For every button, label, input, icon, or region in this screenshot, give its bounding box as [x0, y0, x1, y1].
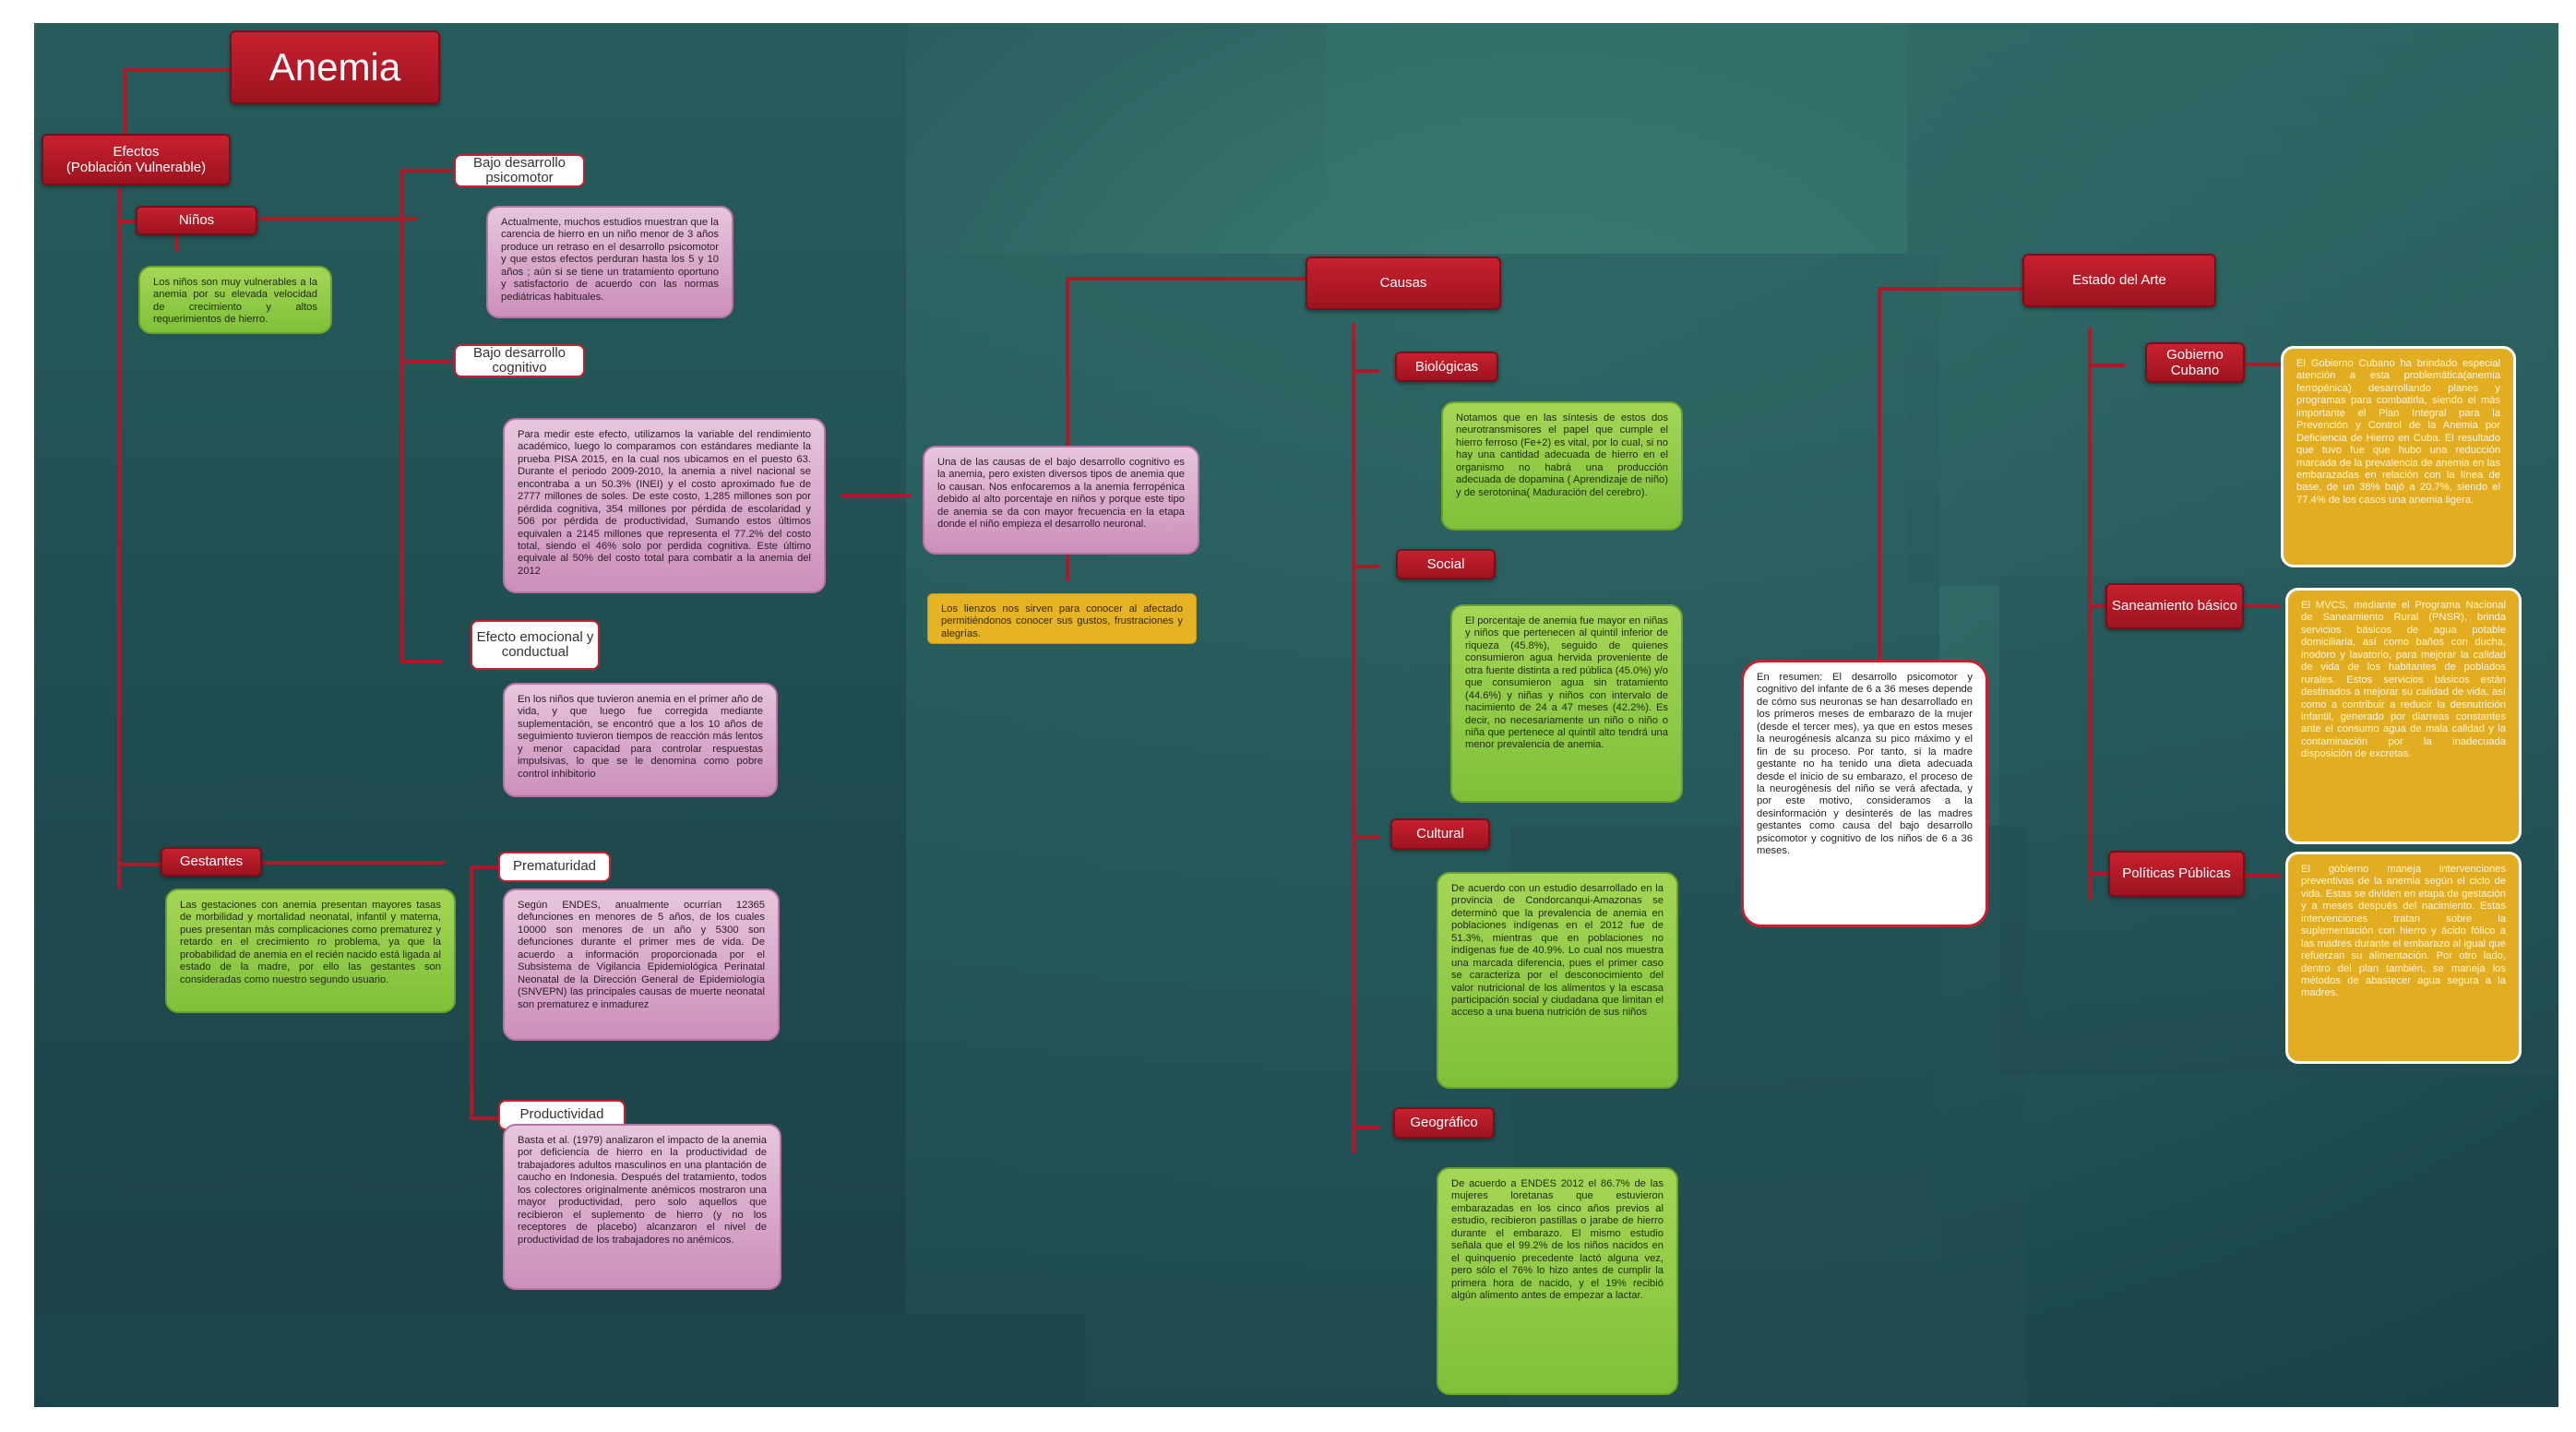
concept-map-canvas: Anemia Efectos (Población Vulnerable) Ni…	[34, 23, 2558, 1407]
gestantes-node[interactable]: Gestantes	[161, 847, 262, 877]
connector-line	[2244, 363, 2281, 366]
ninos-description: Los niños son muy vulnerables a la anemi…	[138, 266, 332, 334]
connector-line	[175, 233, 179, 251]
center-text: Una de las causas de el bajo desarrollo …	[923, 446, 1199, 555]
background-panel	[1326, 23, 1907, 254]
emocional-node[interactable]: Efecto emocional y conductual	[471, 620, 600, 670]
psicomotor-text: Actualmente, muchos estudios muestran qu…	[486, 206, 733, 318]
background-panel	[34, 1315, 1086, 1407]
connector-line	[2088, 328, 2092, 900]
geografico-node[interactable]: Geográfico	[1393, 1107, 1495, 1139]
connector-line	[117, 187, 121, 889]
prematuridad-text: Según ENDES, anualmente ocurrían 12365 d…	[503, 889, 780, 1041]
ninos-node[interactable]: Niños	[136, 206, 257, 235]
geografico-text: De acuerdo a ENDES 2012 el 86.7% de las …	[1437, 1167, 1678, 1395]
connector-line	[400, 169, 404, 662]
connector-line	[1066, 277, 1069, 461]
main-title-node[interactable]: Anemia	[230, 30, 440, 104]
connector-line	[470, 865, 497, 869]
connector-line	[1066, 277, 1307, 280]
connector-line	[400, 169, 451, 173]
connector-line	[1066, 554, 1069, 581]
connector-line	[260, 217, 417, 221]
biologicas-text: Notamos que en las síntesis de estos dos…	[1441, 401, 1683, 531]
prematuridad-node[interactable]: Prematuridad	[498, 852, 611, 882]
connector-line	[1352, 835, 1379, 839]
connector-line	[1878, 287, 2025, 291]
connector-line	[2244, 874, 2281, 877]
cognitivo-node[interactable]: Bajo desarrollo cognitivo	[454, 344, 585, 377]
connector-line	[1878, 287, 1881, 665]
efectos-node[interactable]: Efectos (Población Vulnerable)	[42, 134, 231, 185]
connector-line	[470, 1116, 497, 1120]
connector-line	[1352, 323, 1355, 1153]
center-note: Los lienzos nos sirven para conocer al a…	[927, 593, 1197, 644]
gobierno-node[interactable]: Gobierno Cubano	[2145, 342, 2245, 383]
cognitivo-text: Para medir este efecto, utilizamos la va…	[503, 418, 826, 593]
connector-line	[1352, 565, 1379, 568]
connector-line	[124, 68, 230, 72]
emocional-text: En los niños que tuvieron anemia en el p…	[503, 683, 778, 797]
gobierno-text: El Gobierno Cubano ha brindado especial …	[2281, 346, 2516, 567]
politicas-node[interactable]: Políticas Públicas	[2108, 851, 2245, 897]
cultural-node[interactable]: Cultural	[1390, 818, 1490, 850]
causas-node[interactable]: Causas	[1306, 257, 1501, 310]
connector-line	[1352, 1126, 1379, 1129]
cultural-text: De acuerdo con un estudio desarrollado e…	[1437, 872, 1678, 1089]
connector-line	[260, 861, 445, 865]
saneamiento-text: El MVCS, mediante el Programa Nacional d…	[2285, 588, 2522, 844]
resumen-text: En resumen: El desarrollo psicomotor y c…	[1741, 660, 1988, 927]
connector-line	[1352, 369, 1379, 373]
connector-line	[400, 660, 442, 663]
social-text: El porcentaje de anemia fue mayor en niñ…	[1450, 604, 1683, 803]
productividad-text: Basta et al. (1979) analizaron el impact…	[503, 1124, 781, 1290]
connector-line	[2088, 364, 2125, 367]
social-node[interactable]: Social	[1396, 549, 1496, 579]
saneamiento-node[interactable]: Saneamiento básico	[2105, 583, 2244, 629]
connector-line	[470, 865, 473, 1119]
estado-node[interactable]: Estado del Arte	[2022, 254, 2216, 307]
biologicas-node[interactable]: Biológicas	[1395, 352, 1498, 382]
politicas-text: El gobierno maneja intervenciones preven…	[2285, 852, 2522, 1064]
psicomotor-node[interactable]: Bajo desarrollo psicomotor	[454, 154, 585, 187]
connector-line	[2244, 604, 2281, 608]
gestantes-description: Las gestaciones con anemia presentan may…	[165, 889, 456, 1013]
connector-line	[400, 360, 451, 364]
connector-line	[841, 494, 911, 497]
